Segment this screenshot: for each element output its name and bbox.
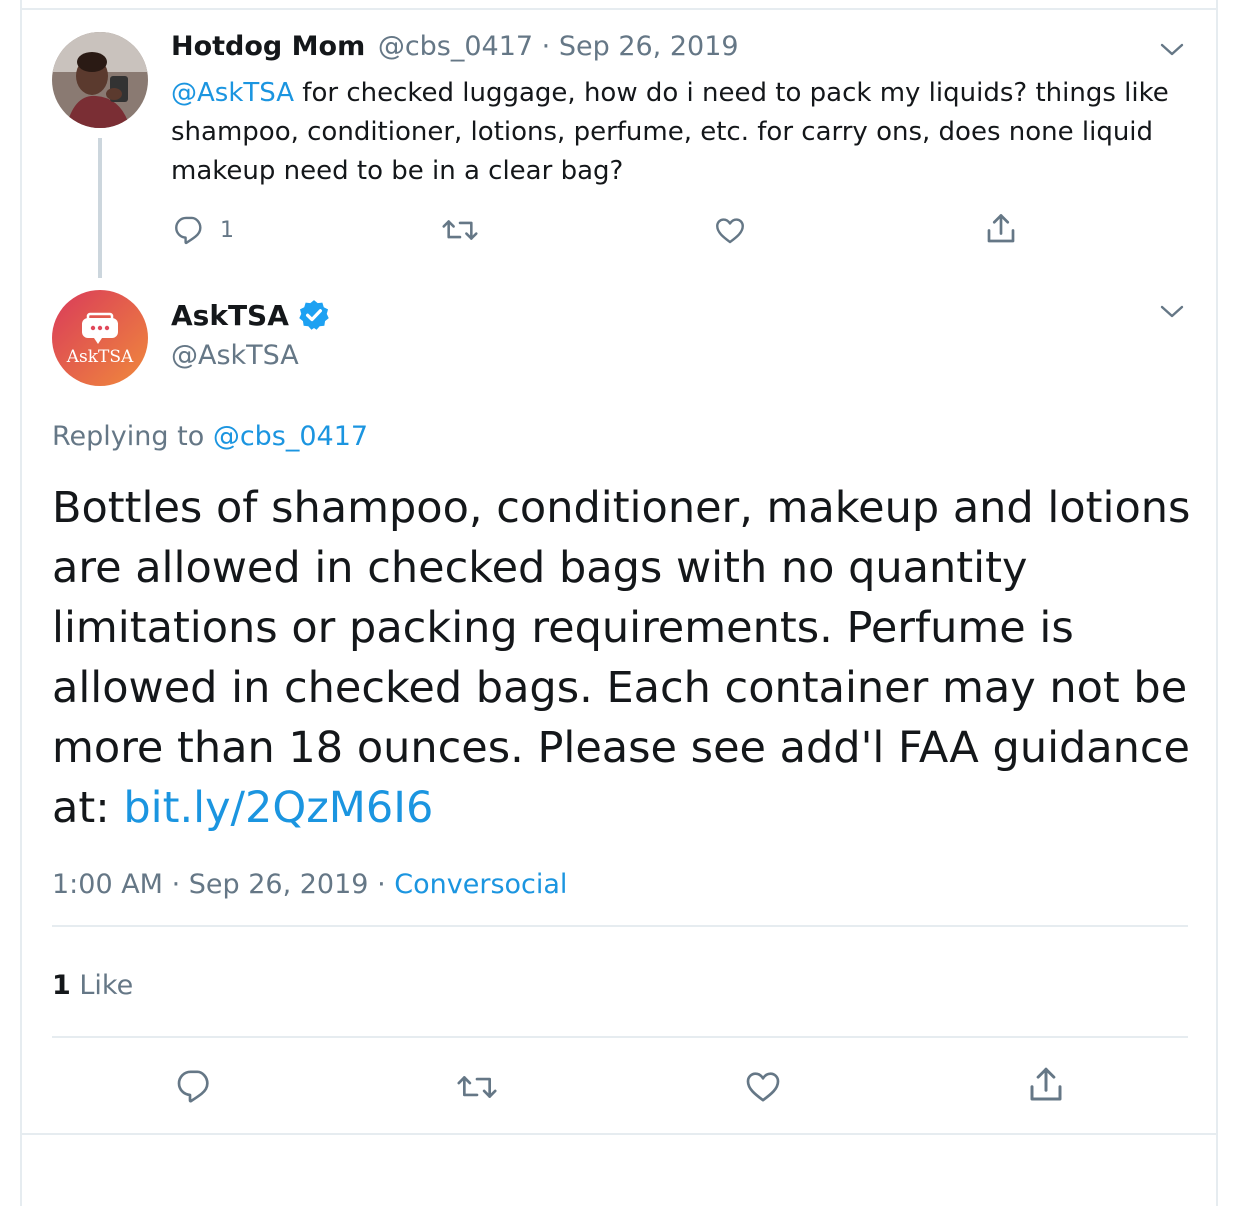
reply-action[interactable]: 1 bbox=[172, 213, 234, 247]
tweet-meta: 1:00 AM · Sep 26, 2019 · Conversocial bbox=[52, 869, 567, 900]
original-tweet-header: Hotdog Mom @cbs_0417 · Sep 26, 2019 bbox=[171, 31, 739, 62]
meta-separator: · bbox=[171, 869, 181, 900]
avatar-text: AskTSA bbox=[66, 347, 134, 367]
like-label: Like bbox=[79, 970, 134, 1001]
divider bbox=[52, 925, 1188, 927]
reply-tweet-text: Bottles of shampoo, conditioner, makeup … bbox=[52, 478, 1192, 838]
divider bbox=[52, 1036, 1188, 1038]
share-icon[interactable] bbox=[1025, 1064, 1067, 1106]
replying-to: Replying to @cbs_0417 bbox=[52, 421, 368, 452]
reply-icon[interactable] bbox=[174, 1066, 214, 1106]
chevron-down-icon[interactable] bbox=[1159, 302, 1185, 322]
share-icon[interactable] bbox=[983, 211, 1019, 247]
like-count: 1 bbox=[52, 970, 71, 1001]
like-stats[interactable]: 1 Like bbox=[52, 970, 133, 1001]
verified-badge-icon bbox=[299, 300, 329, 330]
original-tweet-text: @AskTSA for checked luggage, how do i ne… bbox=[171, 74, 1201, 191]
top-divider bbox=[22, 8, 1216, 10]
replying-to-label: Replying to bbox=[52, 421, 205, 452]
asktsa-avatar[interactable]: AskTSA bbox=[52, 290, 148, 386]
tweet-date[interactable]: Sep 26, 2019 bbox=[559, 31, 739, 62]
reply-icon[interactable] bbox=[172, 213, 206, 247]
meta-separator: · bbox=[377, 869, 386, 900]
author-name[interactable]: Hotdog Mom bbox=[171, 31, 365, 62]
tweet-body: Bottles of shampoo, conditioner, makeup … bbox=[52, 483, 1191, 833]
author-name[interactable]: AskTSA bbox=[171, 299, 289, 332]
like-icon[interactable] bbox=[742, 1066, 784, 1106]
header-separator: · bbox=[541, 31, 551, 62]
like-icon[interactable] bbox=[712, 213, 748, 247]
mention-link[interactable]: @AskTSA bbox=[171, 78, 294, 108]
thread-connector-line bbox=[98, 138, 102, 278]
tweet-source[interactable]: Conversocial bbox=[394, 869, 567, 900]
hotdog-mom-avatar[interactable] bbox=[52, 32, 148, 128]
author-handle[interactable]: @AskTSA bbox=[171, 340, 299, 371]
chevron-down-icon[interactable] bbox=[1159, 40, 1185, 60]
retweet-icon[interactable] bbox=[454, 1068, 500, 1106]
retweet-icon[interactable] bbox=[440, 213, 480, 247]
bottom-divider bbox=[22, 1133, 1216, 1135]
tweet-time[interactable]: 1:00 AM bbox=[52, 869, 163, 900]
faa-guidance-link[interactable]: bit.ly/2QzM6I6 bbox=[123, 783, 433, 833]
replying-to-handle[interactable]: @cbs_0417 bbox=[213, 421, 368, 452]
reply-author-row: AskTSA bbox=[171, 298, 331, 332]
reply-count: 1 bbox=[220, 217, 234, 243]
tweet-date[interactable]: Sep 26, 2019 bbox=[189, 869, 369, 900]
author-handle[interactable]: @cbs_0417 bbox=[378, 31, 533, 62]
tweet-body: for checked luggage, how do i need to pa… bbox=[171, 78, 1169, 186]
